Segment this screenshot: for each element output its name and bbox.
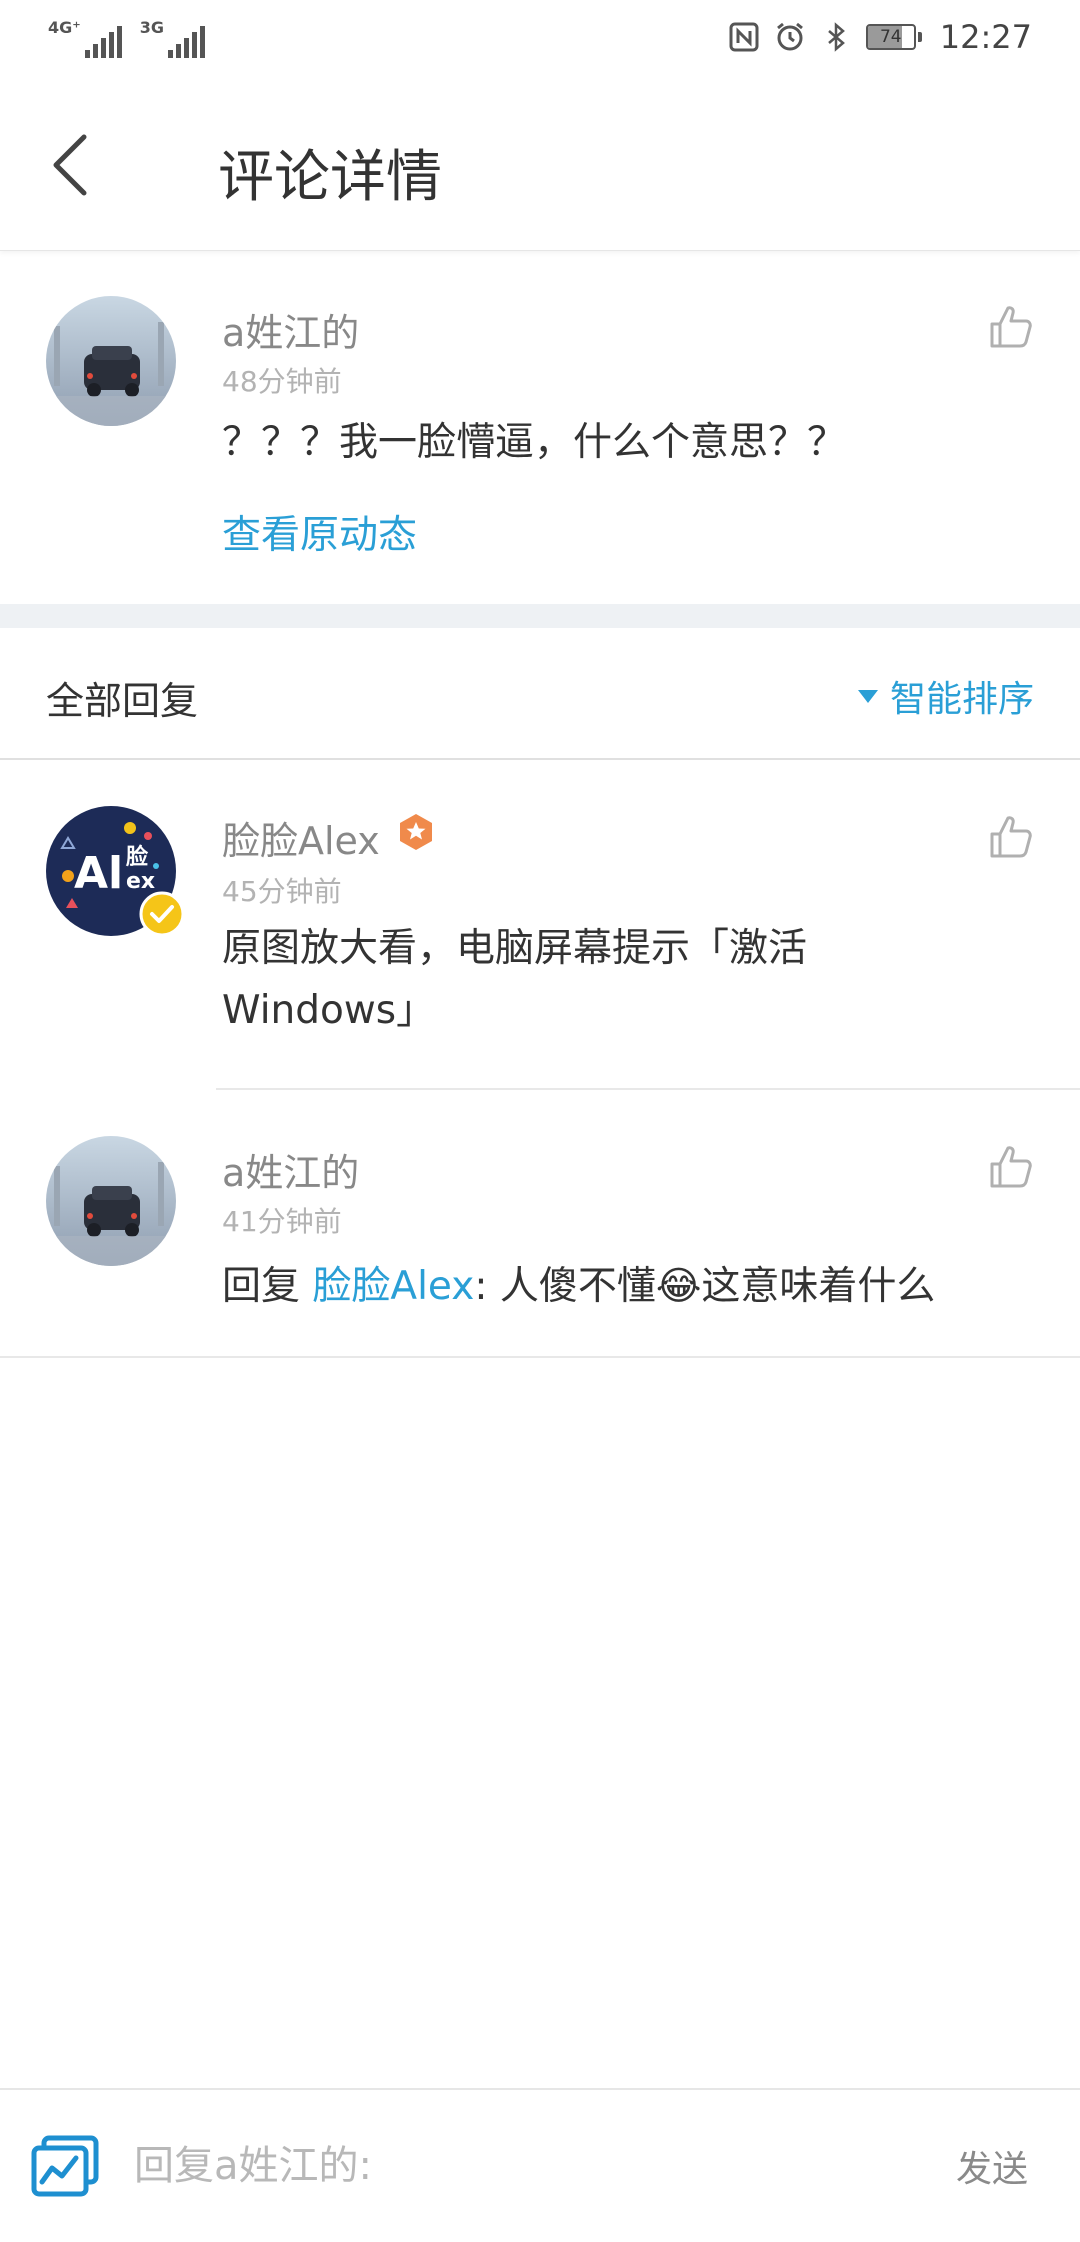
network-2: 3G xyxy=(140,20,205,58)
network-1-label: 4G⁺ xyxy=(48,18,81,37)
network-2-label: 3G xyxy=(139,18,164,37)
thumbs-up-icon[interactable] xyxy=(986,302,1036,352)
sort-label: 智能排序 xyxy=(889,679,1034,720)
replies-title: 全部回复 xyxy=(46,679,199,723)
bluetooth-icon xyxy=(827,22,845,52)
status-bar: 4G⁺ 3G 74 12:27 xyxy=(0,0,1080,80)
reply-time: 45分钟前 xyxy=(222,875,342,908)
nfc-icon xyxy=(729,22,759,52)
reply-text: 回复 脸脸Alex: 人傻不懂😂这意味着什么 xyxy=(222,1256,1022,1318)
network-indicators: 4G⁺ 3G xyxy=(48,20,205,58)
thumbs-up-icon[interactable] xyxy=(986,812,1036,862)
reply-body: : 人傻不懂😂这意味着什么 xyxy=(474,1264,936,1309)
comment-time: 48分钟前 xyxy=(222,365,342,398)
main-comment: a姓江的 48分钟前 ？？？我一脸懵逼，什么个意思？？ 查看原动态 xyxy=(0,250,1080,604)
clock: 12:27 xyxy=(939,18,1032,56)
comment-text: ？？？我一脸懵逼，什么个意思？？ xyxy=(222,420,847,465)
back-button[interactable] xyxy=(30,120,110,210)
reply-username[interactable]: a姓江的 xyxy=(222,1142,359,1197)
signal-bars-icon xyxy=(84,26,122,58)
reply-username[interactable]: 脸脸Alex xyxy=(222,810,380,865)
avatar-text-a: Al xyxy=(74,848,123,899)
avatar-image xyxy=(46,1136,176,1266)
avatar[interactable] xyxy=(46,1136,176,1266)
header: 评论详情 xyxy=(0,80,1080,251)
reply-item: Al 脸 ex 脸脸Alex 45分钟前 原图放大看，电脑屏幕提示「激活Wind… xyxy=(0,760,1080,1090)
divider xyxy=(0,1356,1080,1358)
section-separator xyxy=(0,604,1080,628)
signal-bars-icon xyxy=(167,26,205,58)
battery-icon: 74 xyxy=(865,24,922,50)
reply-prefix: 回复 xyxy=(222,1264,313,1309)
reply-to-link[interactable]: 脸脸Alex xyxy=(312,1264,474,1309)
battery-level: 74 xyxy=(879,27,902,47)
thumbs-up-icon[interactable] xyxy=(986,1142,1036,1192)
avatar-text-b: 脸 xyxy=(126,844,149,870)
send-button[interactable]: 发送 xyxy=(956,2140,1028,2192)
avatar-image xyxy=(46,296,176,426)
sort-button[interactable]: 智能排序 xyxy=(857,670,1034,722)
verified-badge-icon xyxy=(139,891,185,937)
image-chart-icon[interactable] xyxy=(30,2134,100,2198)
reply-text: 原图放大看，电脑屏幕提示「激活Windows」 xyxy=(222,926,808,1033)
reply-item: a姓江的 41分钟前 回复 脸脸Alex: 人傻不懂😂这意味着什么 xyxy=(0,1090,1080,1356)
view-original-link[interactable]: 查看原动态 xyxy=(222,504,417,560)
network-1: 4G⁺ xyxy=(48,20,122,58)
comment-username[interactable]: a姓江的 xyxy=(222,302,359,357)
reply-time: 41分钟前 xyxy=(222,1205,342,1238)
replies-header: 全部回复 智能排序 xyxy=(0,628,1080,760)
alarm-icon xyxy=(776,22,803,51)
status-icons: 74 12:27 xyxy=(728,18,1032,56)
page-title: 评论详情 xyxy=(218,145,442,210)
sort-triangle-icon xyxy=(857,689,878,703)
reply-bar: 发送 xyxy=(0,2088,1080,2242)
reply-input[interactable] xyxy=(132,2130,896,2202)
back-arrow-icon xyxy=(53,134,87,196)
level-badge-icon xyxy=(400,814,432,850)
avatar[interactable]: Al 脸 ex xyxy=(46,806,185,937)
avatar[interactable] xyxy=(46,296,176,426)
